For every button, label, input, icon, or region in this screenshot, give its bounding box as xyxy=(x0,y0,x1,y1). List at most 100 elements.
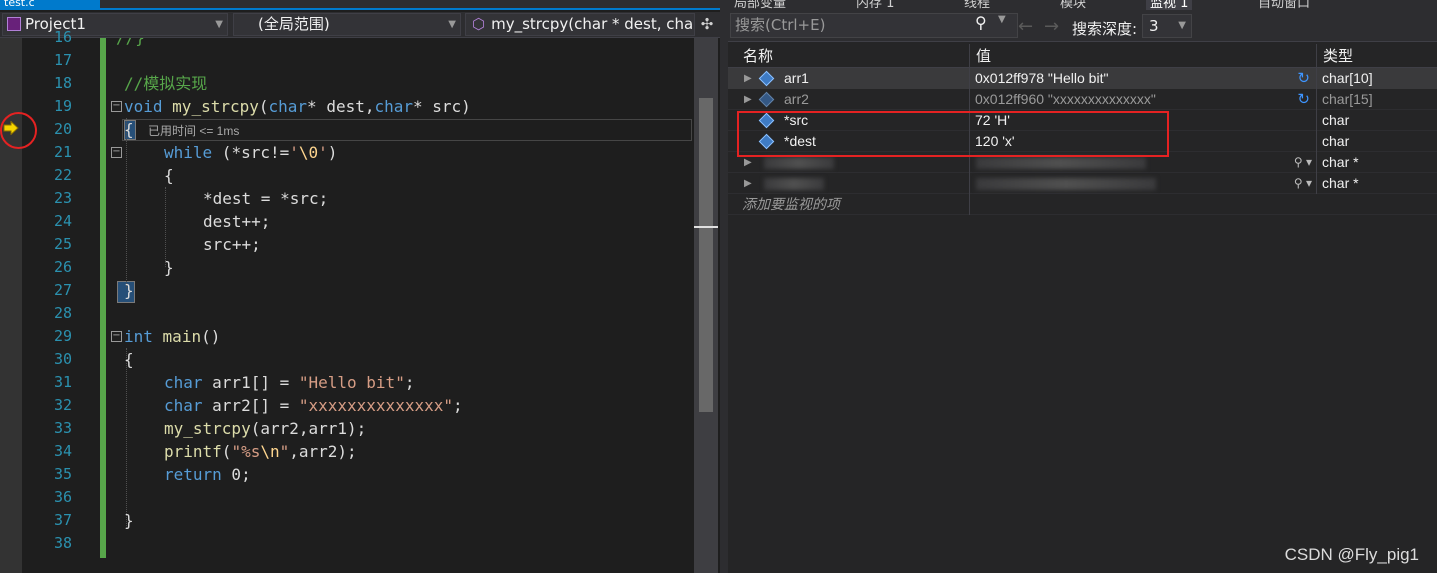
line-number: 37 xyxy=(53,511,72,529)
expand-arrow-icon[interactable]: ▶ xyxy=(744,68,752,89)
change-tracking-bar xyxy=(100,38,106,558)
code-area[interactable]: − − − //} //模拟实现 void my_strcpy(char* de… xyxy=(108,38,693,573)
function-label: my_strcpy(char * dest, cha xyxy=(491,15,694,33)
annotation-box xyxy=(737,111,1169,157)
code-line-30: { xyxy=(124,350,134,369)
watch-row-value[interactable]: 0x012ff960 "xxxxxxxxxxxxxx" ↻ xyxy=(969,89,1316,110)
line-number: 19 xyxy=(53,97,72,115)
line-number: 23 xyxy=(53,189,72,207)
file-tab[interactable]: test.c xyxy=(0,0,100,10)
watch-column-header: 名称 值 类型 xyxy=(728,44,1437,68)
code-line-24: dest++; xyxy=(203,212,271,231)
line-number: 18 xyxy=(53,74,72,92)
watch-row[interactable]: ▶ arr2 0x012ff960 "xxxxxxxxxxxxxx" ↻ char[… xyxy=(728,89,1437,110)
function-dropdown[interactable]: ⬡ my_strcpy(char * dest, cha xyxy=(465,13,695,36)
line-number: 33 xyxy=(53,419,72,437)
search-depth-value: 3 xyxy=(1149,17,1159,35)
code-line-16: //} xyxy=(116,38,145,49)
tab-memory[interactable]: 内存 1 xyxy=(856,0,894,10)
chevron-down-icon: ▼ xyxy=(1178,20,1186,31)
tab-modules[interactable]: 模块 xyxy=(1060,0,1086,10)
watch-row-type: char xyxy=(1316,131,1437,152)
project-icon xyxy=(7,17,21,31)
code-line-18: //模拟实现 xyxy=(124,74,208,93)
pane-splitter[interactable] xyxy=(720,0,728,573)
arrow-right-icon[interactable]: → xyxy=(1044,16,1059,37)
variable-icon xyxy=(758,91,775,108)
search-depth-label: 搜索深度: xyxy=(1072,20,1138,38)
variable-icon xyxy=(758,70,775,87)
watch-row-value[interactable]: 0x012ff978 "Hello bit" ↻ xyxy=(969,68,1316,89)
fold-toggle[interactable]: − xyxy=(111,331,122,342)
watch-row[interactable]: ▶ arr1 0x012ff978 "Hello bit" ↻ char[10] xyxy=(728,68,1437,89)
line-number: 22 xyxy=(53,166,72,184)
scope-label: (全局范围) xyxy=(258,15,330,33)
split-window-icon[interactable]: ✣ xyxy=(698,14,716,34)
watermark: CSDN @Fly_pig1 xyxy=(1284,545,1419,564)
fold-toggle[interactable]: − xyxy=(111,147,122,158)
line-number: 29 xyxy=(53,327,72,345)
document-tabstrip: test.c xyxy=(0,0,720,10)
perf-tip: 已用时间 <= 1ms xyxy=(148,124,240,138)
tab-locals[interactable]: 局部变量 xyxy=(734,0,786,10)
refresh-icon[interactable]: ↻ xyxy=(1297,89,1310,110)
line-number: 36 xyxy=(53,488,72,506)
column-name[interactable]: 名称 xyxy=(737,44,969,68)
indent-guide xyxy=(126,348,127,528)
scrollbar-thumb[interactable] xyxy=(699,98,713,412)
refresh-icon[interactable]: ↻ xyxy=(1297,68,1310,89)
code-line-20: { xyxy=(124,120,134,139)
tab-watch[interactable]: 监视 1 xyxy=(1146,0,1193,10)
chevron-down-icon[interactable]: ▼ xyxy=(998,14,1006,25)
tab-autos[interactable]: 自动窗口 xyxy=(1258,0,1310,10)
watch-row-name: arr2 xyxy=(784,91,809,107)
watch-add-row[interactable]: 添加要监视的项 xyxy=(728,194,1437,215)
line-number: 20 xyxy=(53,120,72,138)
add-watch-placeholder[interactable]: 添加要监视的项 xyxy=(728,194,969,215)
line-number: 16 xyxy=(53,28,72,46)
function-icon: ⬡ xyxy=(472,15,486,33)
code-line-37: } xyxy=(124,511,134,530)
line-number: 21 xyxy=(53,143,72,161)
code-line-23: *dest = *src; xyxy=(203,189,329,208)
code-line-25: src++; xyxy=(203,235,261,254)
code-line-19: void my_strcpy(char* dest,char* src) xyxy=(124,97,471,116)
tab-threads[interactable]: 线程 xyxy=(964,0,990,10)
column-type[interactable]: 类型 xyxy=(1316,44,1437,68)
code-line-34: printf("%s\n",arr2); xyxy=(164,442,357,461)
code-line-27: } xyxy=(124,281,134,300)
code-line-29: int main() xyxy=(124,327,221,346)
watch-row-value[interactable]: ⚲ ▾ xyxy=(969,173,1316,194)
watch-row[interactable]: ▶ ⚲ ▾ char * xyxy=(728,173,1437,194)
watch-row-type: char[10] xyxy=(1316,68,1437,89)
fold-toggle[interactable]: − xyxy=(111,101,122,112)
expand-arrow-icon[interactable]: ▶ xyxy=(744,173,752,194)
vs-debugger-window: test.c Project1 ▼ (全局范围) ▼ ⬡ my_strcpy(char… xyxy=(0,0,1437,573)
line-number: 25 xyxy=(53,235,72,253)
line-number: 27 xyxy=(53,281,72,299)
line-number: 38 xyxy=(53,534,72,552)
search-depth-dropdown[interactable]: 3 ▼ xyxy=(1142,14,1192,38)
code-line-21: while (*src!='\0') xyxy=(164,143,338,162)
column-value[interactable]: 值 xyxy=(969,44,1316,68)
chevron-down-icon: ▼ xyxy=(215,19,223,30)
line-number: 34 xyxy=(53,442,72,460)
redacted-name xyxy=(764,178,824,190)
scrollbar-caret-marker xyxy=(694,226,718,228)
expand-arrow-icon[interactable]: ▶ xyxy=(744,89,752,110)
code-line-26: } xyxy=(164,258,174,277)
line-number: 26 xyxy=(53,258,72,276)
watch-row-value-text: 0x012ff978 "Hello bit" xyxy=(975,70,1109,86)
indent-guide xyxy=(165,187,166,267)
line-number: 30 xyxy=(53,350,72,368)
chevron-down-icon: ▼ xyxy=(448,19,456,30)
arrow-left-icon[interactable]: ← xyxy=(1018,16,1033,37)
search-icon[interactable]: ⚲ xyxy=(975,13,987,32)
search-icon[interactable]: ⚲ ▾ xyxy=(1294,173,1312,194)
scope-dropdown[interactable]: (全局范围) ▼ xyxy=(233,13,461,36)
code-editor: test.c Project1 ▼ (全局范围) ▼ ⬡ my_strcpy(char… xyxy=(0,0,720,573)
redacted-value xyxy=(976,178,1156,190)
indent-guide xyxy=(126,118,127,288)
line-number: 32 xyxy=(53,396,72,414)
search-icon[interactable]: ⚲ ▾ xyxy=(1294,152,1312,173)
